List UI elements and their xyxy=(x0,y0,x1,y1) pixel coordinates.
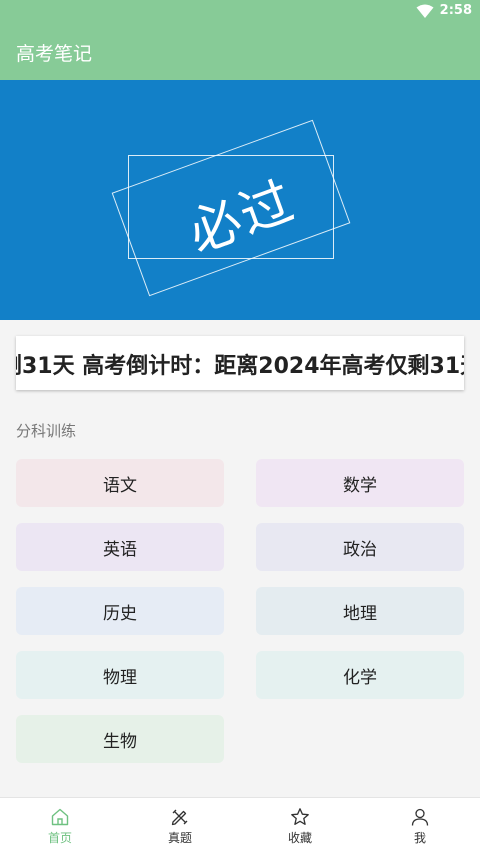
subject-button-math[interactable]: 数学 xyxy=(256,459,464,507)
nav-label-me: 我 xyxy=(413,831,426,845)
status-bar: 2:58 xyxy=(0,0,480,24)
pencil-ruler-icon xyxy=(171,809,188,826)
nav-item-home[interactable]: 首页 xyxy=(0,798,120,853)
wifi-icon xyxy=(416,4,434,18)
status-right: 2:58 xyxy=(416,3,472,18)
subject-button-geography[interactable]: 地理 xyxy=(256,587,464,635)
subject-button-chemistry[interactable]: 化学 xyxy=(256,651,464,699)
nav-label-exams: 真题 xyxy=(167,831,192,845)
person-icon xyxy=(411,808,429,826)
app-title: 高考笔记 xyxy=(16,42,93,65)
subject-button-biology[interactable]: 生物 xyxy=(16,715,224,763)
bottom-nav: 首页 真题 收藏 我 xyxy=(0,797,480,853)
nav-label-favorites: 收藏 xyxy=(287,831,312,845)
countdown-text: 仅剩31天 高考倒计时：距离2024年高考仅剩31天 xyxy=(16,354,464,379)
home-icon xyxy=(51,808,69,826)
subject-button-history[interactable]: 历史 xyxy=(16,587,224,635)
nav-item-me[interactable]: 我 xyxy=(360,798,480,853)
app-bar: 高考笔记 xyxy=(0,24,480,80)
subject-button-chinese[interactable]: 语文 xyxy=(16,459,224,507)
status-time: 2:58 xyxy=(439,3,472,18)
countdown-marquee: 仅剩31天 高考倒计时：距离2024年高考仅剩31天 xyxy=(16,336,464,390)
subject-button-english[interactable]: 英语 xyxy=(16,523,224,571)
nav-item-favorites[interactable]: 收藏 xyxy=(240,798,360,853)
star-icon xyxy=(291,808,309,825)
nav-label-home: 首页 xyxy=(47,831,72,845)
banner[interactable]: 必过 xyxy=(0,80,480,320)
nav-item-exams[interactable]: 真题 xyxy=(120,798,240,853)
subject-button-politics[interactable]: 政治 xyxy=(256,523,464,571)
subject-button-physics[interactable]: 物理 xyxy=(16,651,224,699)
section-title: 分科训练 xyxy=(16,422,77,440)
